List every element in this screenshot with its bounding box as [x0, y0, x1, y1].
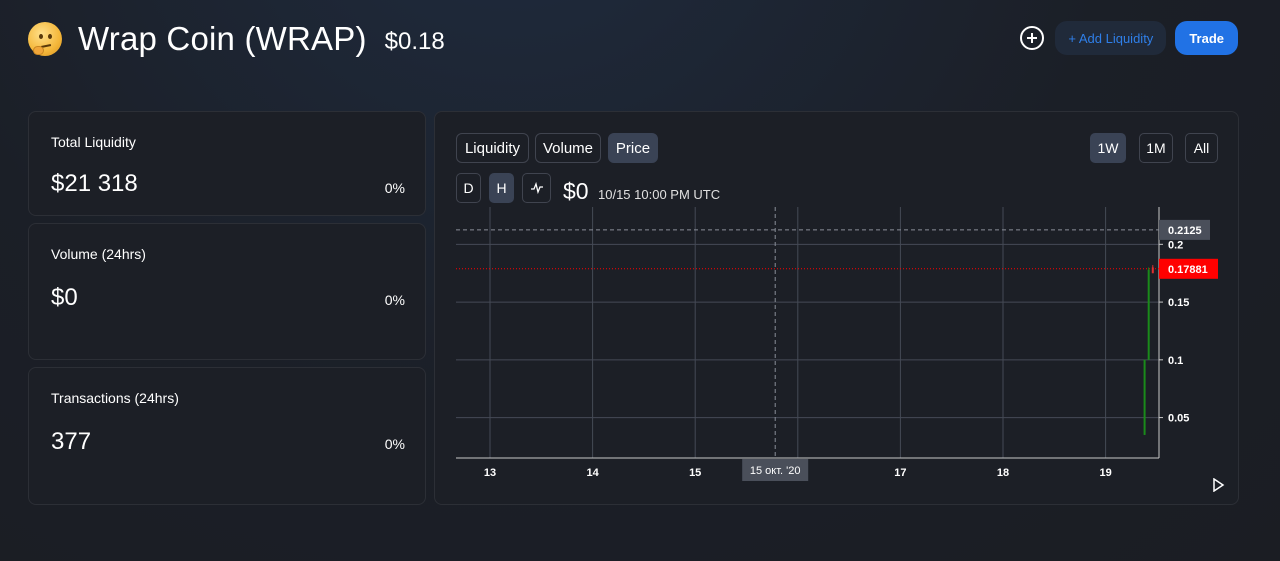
stat-value: 377 — [51, 428, 92, 455]
stat-label: Total Liquidity — [51, 134, 136, 150]
candle-body — [1143, 359, 1146, 435]
stat-card-transactions: Transactions (24hrs) 377 0% — [28, 367, 426, 505]
play-icon[interactable] — [1211, 478, 1225, 492]
x-tick-label: 18 — [997, 467, 1009, 479]
price-chart[interactable]: 0.05 0.1 0.15 0.2 13 14 15 17 18 19 15 окт. '20 0.2… — [435, 202, 1240, 502]
stat-change: 0% — [384, 436, 405, 452]
chart-panel: Liquidity Volume Price 1W 1M All D H $0 … — [434, 111, 1239, 505]
crosshair-time: 10/15 10:00 PM UTC — [598, 187, 721, 202]
stat-label: Transactions (24hrs) — [51, 390, 179, 406]
x-tick-label: 13 — [484, 467, 496, 479]
x-tick-label: 15 — [689, 467, 701, 479]
y-tick-label: 0.05 — [1168, 413, 1189, 425]
crosshair-y-label: 0.2125 — [1168, 225, 1202, 237]
candle-body — [1147, 269, 1150, 360]
stat-value: $0 — [51, 284, 78, 311]
trade-button[interactable]: Trade — [1175, 21, 1238, 55]
y-tick-label: 0.1 — [1168, 355, 1183, 367]
stat-card-total-liquidity: Total Liquidity $21 318 0% — [28, 111, 426, 216]
page: Wrap Coin (WRAP) $0.18 + Add Liquidity T… — [0, 0, 1280, 561]
stat-value: $21 318 — [51, 170, 138, 197]
range-1m-button[interactable]: 1M — [1139, 133, 1173, 163]
crosshair-price: $0 — [563, 178, 589, 204]
token-header: Wrap Coin (WRAP) $0.18 — [28, 20, 445, 58]
stat-change: 0% — [384, 292, 405, 308]
x-tick-label: 14 — [586, 467, 599, 479]
y-tick-label: 0.2 — [1168, 239, 1183, 251]
token-title: Wrap Coin (WRAP) — [78, 20, 367, 57]
range-1w-button[interactable]: 1W — [1090, 133, 1126, 163]
token-price: $0.18 — [384, 28, 445, 55]
range-all-button[interactable]: All — [1185, 133, 1218, 163]
tab-volume[interactable]: Volume — [535, 133, 601, 163]
last-price-label: 0.17881 — [1168, 264, 1208, 276]
interval-hour-button[interactable]: H — [489, 173, 514, 203]
add-token-plus-icon[interactable] — [1020, 26, 1045, 50]
stat-card-volume: Volume (24hrs) $0 0% — [28, 223, 426, 360]
y-tick-label: 0.15 — [1168, 297, 1189, 309]
candle-body — [1151, 267, 1154, 274]
x-tick-label: 17 — [894, 467, 906, 479]
x-tick-label: 19 — [1099, 467, 1111, 479]
stat-label: Volume (24hrs) — [51, 246, 146, 262]
tab-price[interactable]: Price — [608, 133, 658, 163]
interval-day-button[interactable]: D — [456, 173, 481, 203]
header-actions: + Add Liquidity Trade — [1020, 21, 1238, 55]
line-chart-toggle-icon[interactable] — [522, 173, 551, 203]
thinking-face-icon — [28, 22, 62, 56]
stat-change: 0% — [384, 180, 405, 196]
crosshair-x-label: 15 окт. '20 — [750, 465, 801, 477]
tab-liquidity[interactable]: Liquidity — [456, 133, 529, 163]
add-liquidity-button[interactable]: + Add Liquidity — [1055, 21, 1167, 55]
